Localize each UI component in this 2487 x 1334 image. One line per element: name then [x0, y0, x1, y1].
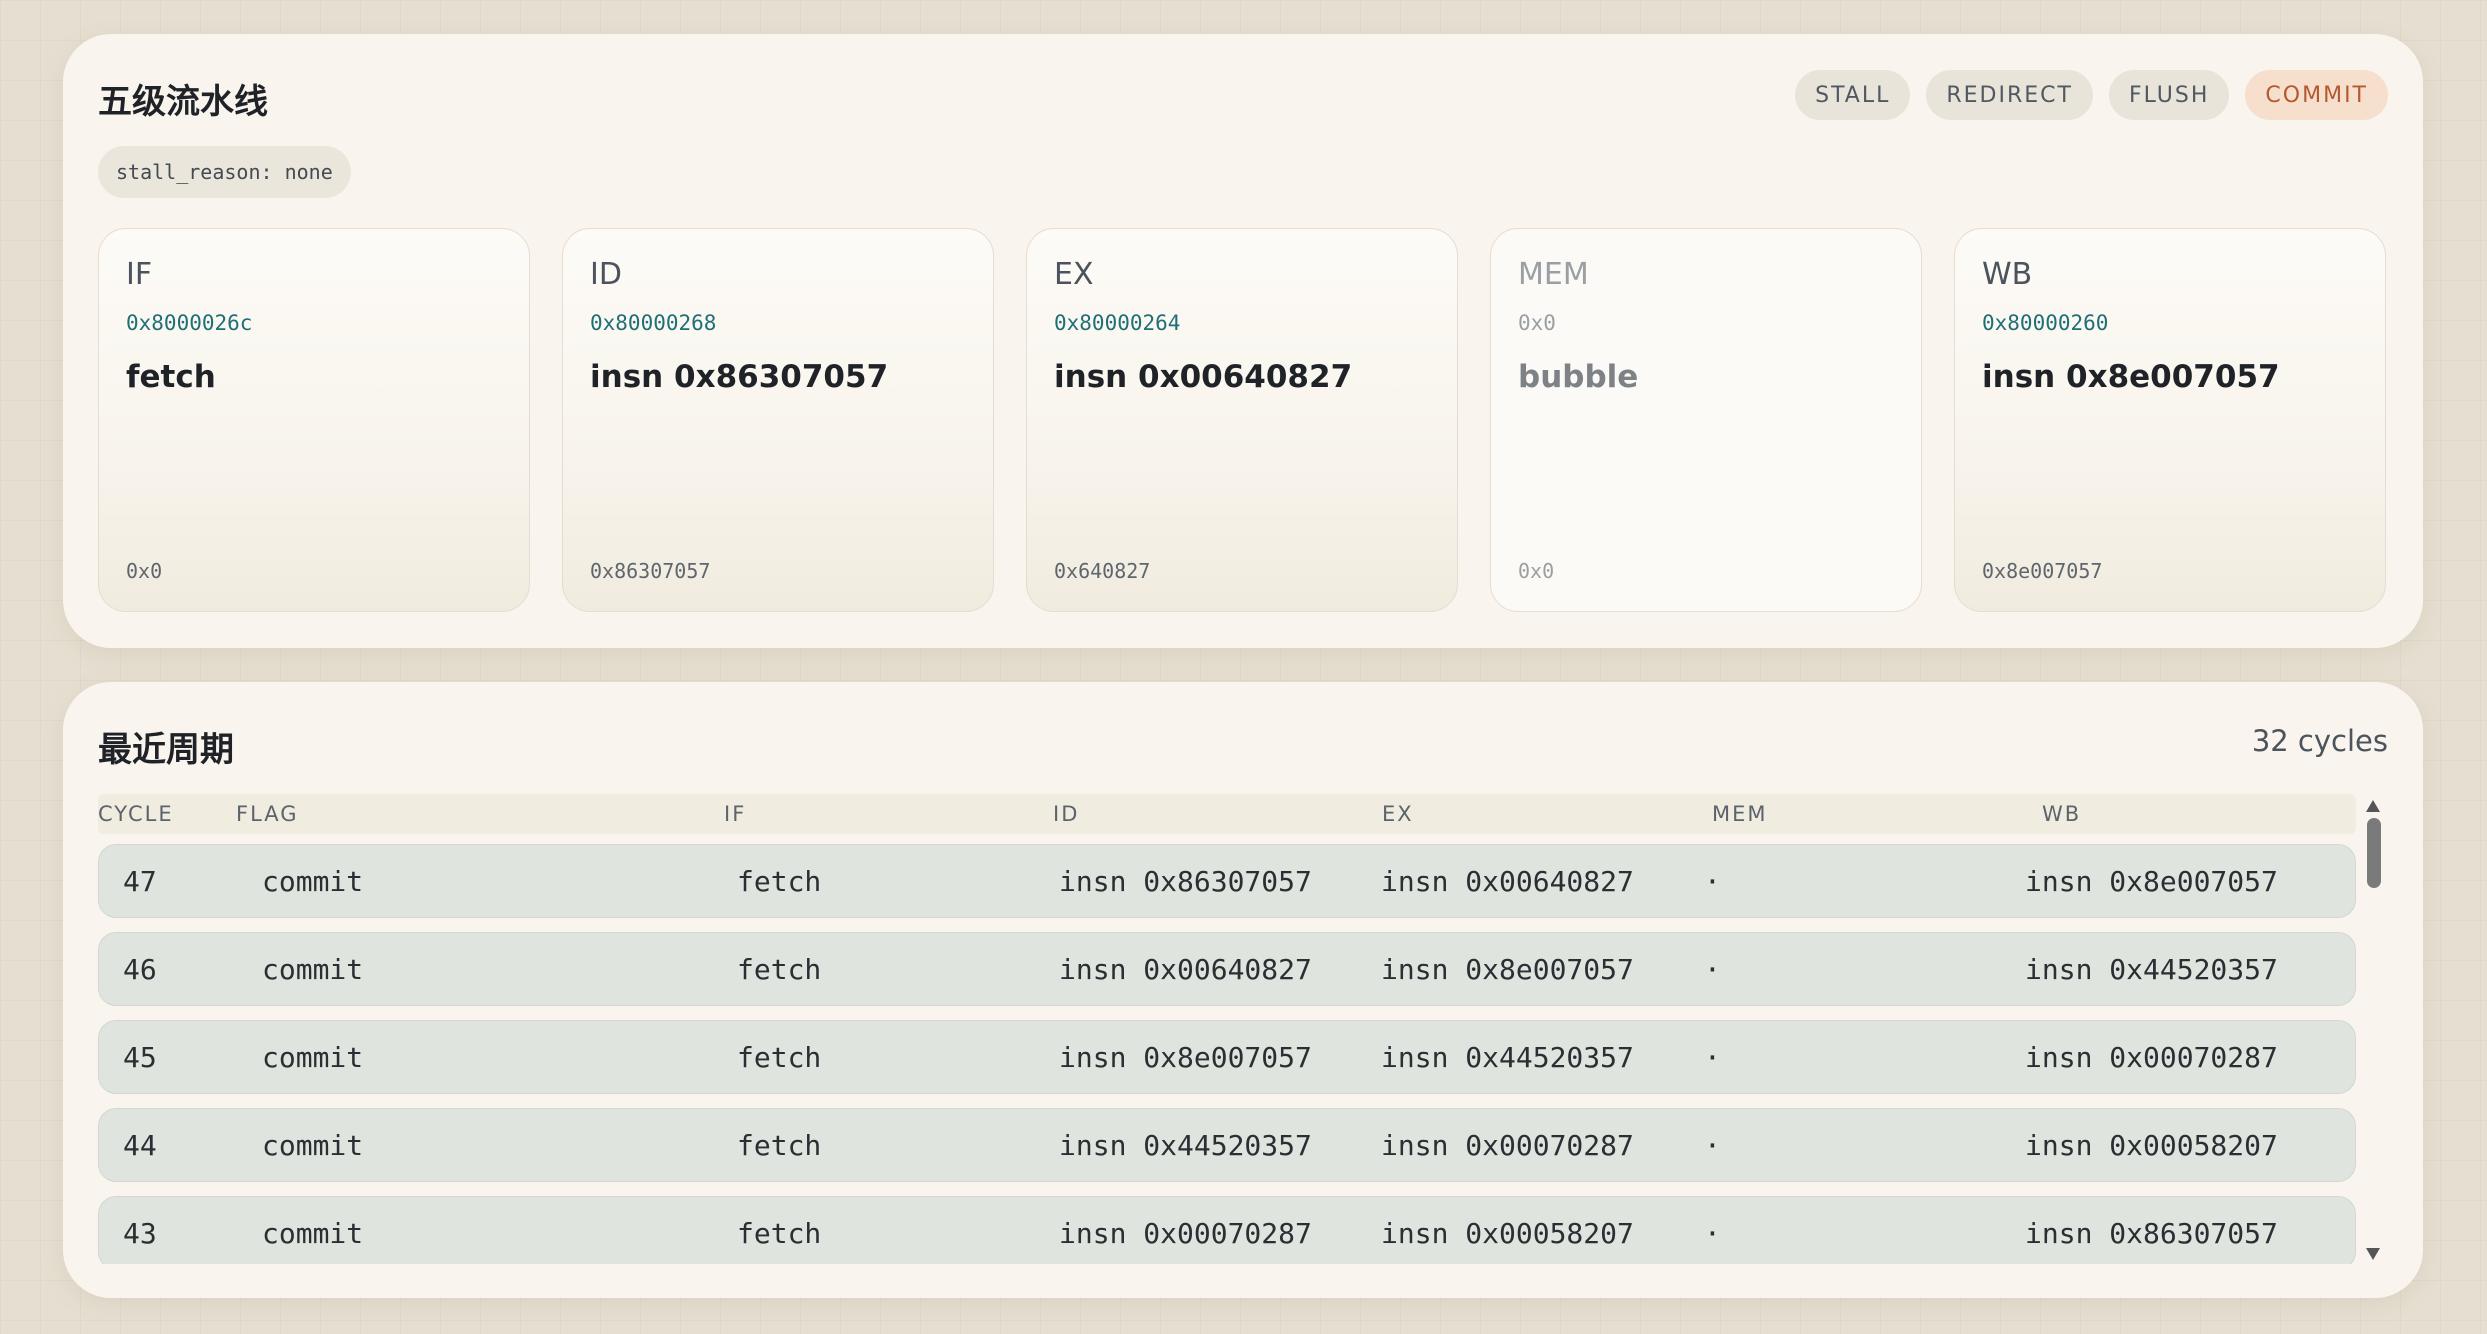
cell-ex: insn 0x00070287	[1381, 1129, 1634, 1162]
cell-ex: insn 0x8e007057	[1381, 953, 1634, 986]
cell-wb: insn 0x86307057	[2025, 1217, 2278, 1250]
scrollbar-thumb[interactable]	[2367, 818, 2381, 888]
cell-id: insn 0x86307057	[1059, 865, 1312, 898]
cell-cycle: 46	[123, 953, 157, 986]
cell-id: insn 0x44520357	[1059, 1129, 1312, 1162]
cell-flag: commit	[262, 953, 364, 986]
cell-wb: insn 0x00070287	[2025, 1041, 2278, 1074]
table-row[interactable]: 46 commit fetch insn 0x00640827 insn 0x8…	[98, 932, 2356, 1006]
col-header-if: IF	[724, 802, 747, 826]
cell-id: insn 0x00070287	[1059, 1217, 1312, 1250]
cell-if: fetch	[737, 865, 822, 898]
cell-mem: ·	[1704, 1041, 1721, 1074]
stage-name: WB	[1982, 257, 2033, 292]
col-header-id: ID	[1053, 802, 1080, 826]
scroll-up-arrow-icon[interactable]	[2366, 800, 2380, 812]
cell-flag: commit	[262, 1129, 364, 1162]
stage-name: EX	[1054, 257, 1094, 292]
stage-op: insn 0x86307057	[590, 359, 889, 395]
cell-mem: ·	[1704, 1129, 1721, 1162]
stage-op: insn 0x8e007057	[1982, 359, 2280, 395]
history-rows[interactable]: 47 commit fetch insn 0x86307057 insn 0x0…	[98, 844, 2356, 1264]
cell-mem: ·	[1704, 865, 1721, 898]
stage-raw: 0x0	[126, 559, 163, 583]
cell-wb: insn 0x00058207	[2025, 1129, 2278, 1162]
cell-id: insn 0x8e007057	[1059, 1041, 1312, 1074]
table-row[interactable]: 47 commit fetch insn 0x86307057 insn 0x0…	[98, 844, 2356, 918]
history-title: 最近周期	[98, 730, 234, 770]
stage-pc: 0x0	[1518, 311, 1556, 335]
cell-ex: insn 0x00058207	[1381, 1217, 1634, 1250]
stage-pc: 0x80000264	[1054, 311, 1181, 335]
stage-op: insn 0x00640827	[1054, 359, 1353, 395]
stage-name: MEM	[1518, 257, 1589, 292]
cell-flag: commit	[262, 1041, 364, 1074]
history-table-header: CYCLE FLAG IF ID EX MEM WB	[98, 794, 2356, 834]
table-row[interactable]: 45 commit fetch insn 0x8e007057 insn 0x4…	[98, 1020, 2356, 1094]
stall-reason-chip: stall_reason: none	[98, 146, 351, 198]
table-row[interactable]: 43 commit fetch insn 0x00070287 insn 0x0…	[98, 1196, 2356, 1264]
cell-flag: commit	[262, 1217, 364, 1250]
stage-raw: 0x86307057	[590, 559, 711, 583]
col-header-cycle: CYCLE	[98, 802, 174, 826]
cell-cycle: 43	[123, 1217, 157, 1250]
flag-flush: FLUSH	[2108, 70, 2230, 120]
stage-op: bubble	[1518, 359, 1639, 395]
stage-raw: 0x0	[1518, 559, 1555, 583]
cell-id: insn 0x00640827	[1059, 953, 1312, 986]
history-scrollbar[interactable]	[2360, 794, 2386, 1264]
stage-op: fetch	[126, 359, 216, 395]
col-header-ex: EX	[1382, 802, 1414, 826]
stage-name: IF	[126, 257, 153, 292]
cell-mem: ·	[1704, 953, 1721, 986]
stage-cards: IF 0x8000026c fetch 0x0 ID 0x80000268 in…	[98, 228, 2386, 612]
cell-ex: insn 0x00640827	[1381, 865, 1634, 898]
history-panel: 最近周期 32 cycles CYCLE FLAG IF ID EX MEM W…	[63, 682, 2423, 1298]
stage-pc: 0x80000268	[590, 311, 717, 335]
stage-card-if: IF 0x8000026c fetch 0x0	[98, 228, 530, 612]
col-header-mem: MEM	[1712, 802, 1768, 826]
cell-cycle: 44	[123, 1129, 157, 1162]
pipeline-panel: 五级流水线 STALL REDIRECT FLUSH COMMIT stall_…	[63, 34, 2423, 648]
pipeline-title: 五级流水线	[98, 82, 268, 122]
stage-name: ID	[590, 257, 622, 292]
cell-wb: insn 0x44520357	[2025, 953, 2278, 986]
cell-cycle: 45	[123, 1041, 157, 1074]
stage-pc: 0x8000026c	[126, 311, 253, 335]
stage-card-ex: EX 0x80000264 insn 0x00640827 0x640827	[1026, 228, 1458, 612]
stage-raw: 0x8e007057	[1982, 559, 2103, 583]
table-row[interactable]: 44 commit fetch insn 0x44520357 insn 0x0…	[98, 1108, 2356, 1182]
stage-raw: 0x640827	[1054, 559, 1151, 583]
scroll-down-arrow-icon[interactable]	[2366, 1248, 2380, 1260]
cell-if: fetch	[737, 1129, 822, 1162]
flag-commit: COMMIT	[2245, 70, 2388, 120]
pipeline-flags: STALL REDIRECT FLUSH COMMIT	[1795, 70, 2388, 120]
cell-flag: commit	[262, 865, 364, 898]
stage-pc: 0x80000260	[1982, 311, 2109, 335]
col-header-wb: WB	[2042, 802, 2082, 826]
stage-card-mem: MEM 0x0 bubble 0x0	[1490, 228, 1922, 612]
flag-stall: STALL	[1795, 70, 1911, 120]
cell-wb: insn 0x8e007057	[2025, 865, 2278, 898]
cell-if: fetch	[737, 1041, 822, 1074]
col-header-flag: FLAG	[236, 802, 299, 826]
flag-redirect: REDIRECT	[1926, 70, 2093, 120]
cell-cycle: 47	[123, 865, 157, 898]
cycles-count: 32 cycles	[2251, 724, 2388, 758]
cell-if: fetch	[737, 1217, 822, 1250]
cell-ex: insn 0x44520357	[1381, 1041, 1634, 1074]
stage-card-id: ID 0x80000268 insn 0x86307057 0x86307057	[562, 228, 994, 612]
cell-if: fetch	[737, 953, 822, 986]
cell-mem: ·	[1704, 1217, 1721, 1250]
stage-card-wb: WB 0x80000260 insn 0x8e007057 0x8e007057	[1954, 228, 2386, 612]
